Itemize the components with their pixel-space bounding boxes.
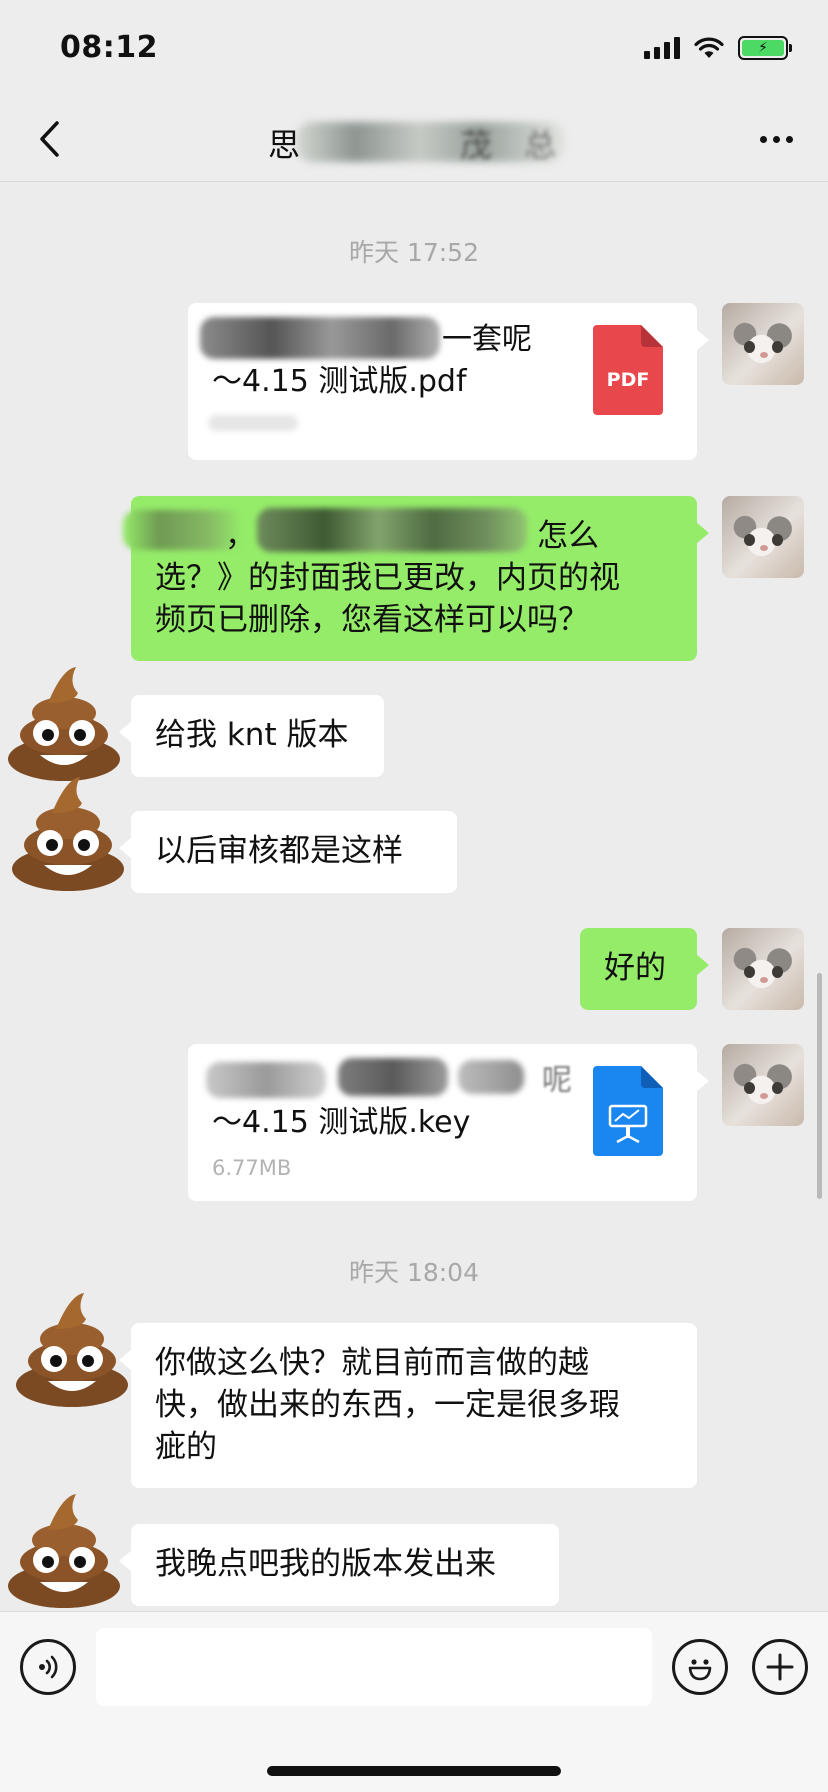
back-button[interactable] xyxy=(24,114,74,164)
my-avatar[interactable] xyxy=(722,1044,804,1126)
redacted-smudge xyxy=(208,415,298,431)
chevron-left-icon xyxy=(40,121,59,157)
voice-icon xyxy=(39,1655,58,1679)
plus-button[interactable] xyxy=(752,1639,808,1695)
chat-title-fragment: 茂 xyxy=(460,126,493,164)
home-indicator[interactable] xyxy=(267,1766,561,1776)
file-size: 6.77MB xyxy=(212,1156,292,1180)
file-message-key[interactable]: 呢 ～4.15 测试版.key 6.77MB xyxy=(188,1044,709,1201)
keynote-file-icon xyxy=(593,1066,663,1156)
contact-avatar-poo-icon[interactable] xyxy=(12,1289,132,1409)
my-message-bubble[interactable]: ， 怎么 选？》的封面我已更改，内页的视 频页已删除，您看这样可以吗？ xyxy=(123,496,709,661)
contact-avatar-poo-icon[interactable] xyxy=(4,663,124,783)
more-horizontal-icon xyxy=(759,135,767,143)
wifi-icon xyxy=(694,37,724,58)
chat-title-fragment: 总 xyxy=(524,126,557,164)
scrollbar[interactable] xyxy=(817,973,822,1199)
file-name: 呢 ～4.15 测试版.key xyxy=(212,1063,572,1140)
pdf-label: PDF xyxy=(606,369,650,391)
contact-message-bubble[interactable]: 你做这么快？就目前而言做的越 快，做出来的东西，一定是很多瑕 疵的 xyxy=(119,1323,697,1488)
contact-message-bubble[interactable]: 给我 knt 版本 xyxy=(119,695,384,777)
contact-avatar-poo-icon[interactable] xyxy=(8,773,128,893)
status-bar: 08:12 ⚡ xyxy=(0,0,828,96)
chat-title-prefix: 思 xyxy=(268,126,301,164)
voice-button[interactable] xyxy=(20,1639,76,1695)
input-bar xyxy=(0,1611,828,1792)
message-input[interactable] xyxy=(96,1628,652,1706)
my-avatar[interactable] xyxy=(722,303,804,385)
plus-icon xyxy=(766,1653,794,1681)
battery-icon: ⚡ xyxy=(738,36,792,60)
message-list[interactable]: 昨天 17:52 一套呢 ～4.15 测试版.pdf PDF ， 怎么 选？》的… xyxy=(0,183,828,1610)
chat-header: 思 茂 总 xyxy=(0,96,828,182)
timestamp: 昨天 18:04 xyxy=(349,1258,479,1287)
my-avatar[interactable] xyxy=(722,496,804,578)
signal-icon xyxy=(644,37,680,59)
contact-message-bubble[interactable]: 以后审核都是这样 xyxy=(119,811,457,893)
file-name: 一套呢 ～4.15 测试版.pdf xyxy=(212,322,532,399)
my-message-bubble[interactable]: 好的 xyxy=(580,928,709,1010)
status-icons: ⚡ xyxy=(644,36,792,60)
emoji-icon xyxy=(688,1659,712,1681)
more-button[interactable] xyxy=(748,116,804,162)
contact-message-bubble[interactable]: 我晚点吧我的版本发出来 xyxy=(119,1524,559,1606)
contact-avatar-poo-icon[interactable] xyxy=(4,1490,124,1610)
emoji-button[interactable] xyxy=(672,1639,728,1695)
timestamp: 昨天 17:52 xyxy=(349,238,479,267)
my-avatar[interactable] xyxy=(722,928,804,1010)
status-time: 08:12 xyxy=(60,30,158,65)
file-message-pdf[interactable]: 一套呢 ～4.15 测试版.pdf PDF xyxy=(188,303,709,460)
pdf-file-icon: PDF xyxy=(593,325,663,415)
